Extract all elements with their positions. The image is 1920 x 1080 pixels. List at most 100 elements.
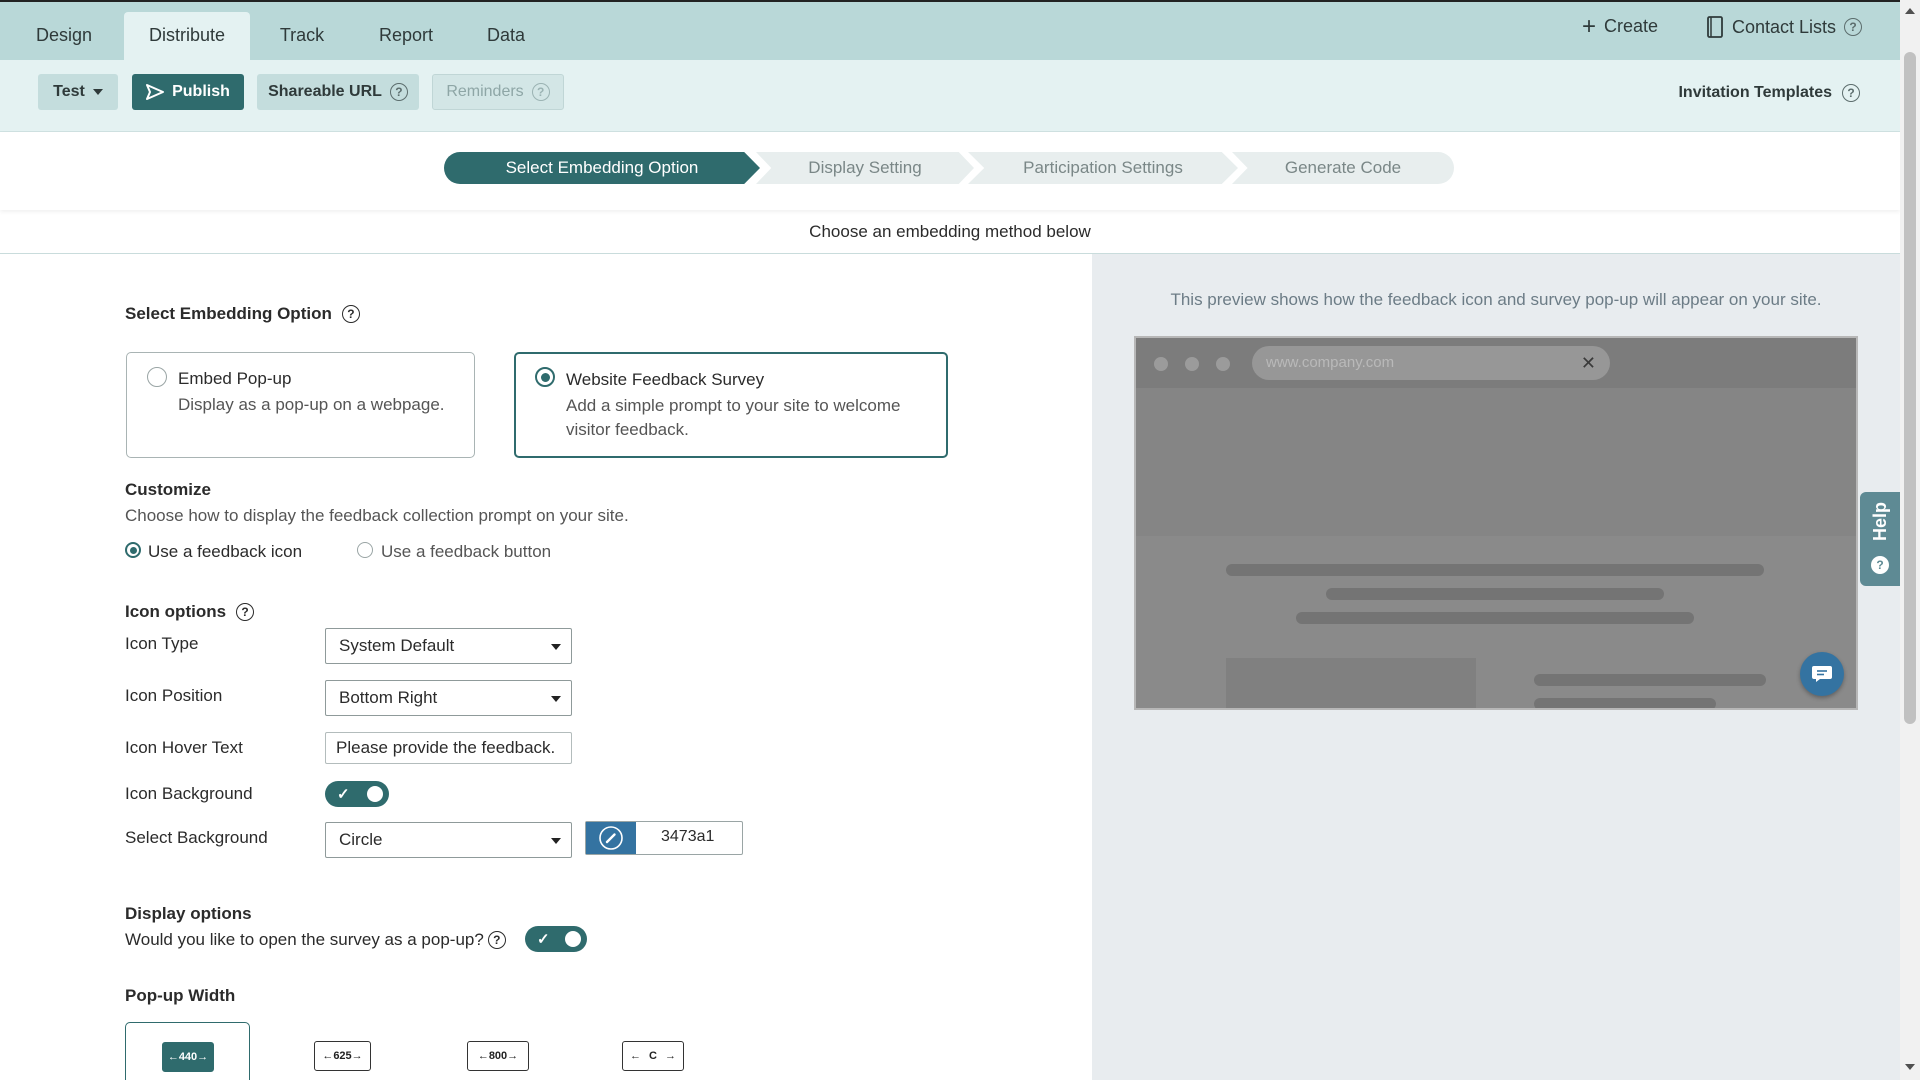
select-background-select[interactable]: Circle [325,822,572,858]
step-display-setting[interactable]: Display Setting [756,152,974,184]
website-feedback-desc-line2: visitor feedback. [566,420,689,439]
preview-caption: This preview shows how the feedback icon… [1170,290,1822,309]
website-feedback-card[interactable]: Website Feedback Survey Add a simple pro… [514,352,948,458]
feedback-icon-radio[interactable] [125,542,141,558]
embed-popup-desc: Display as a pop-up on a webpage. [178,395,445,414]
feedback-icon-label[interactable]: Use a feedback icon [148,542,302,562]
width-custom-value: C [649,1050,657,1062]
embedding-section-title: Select Embedding Option ? [125,304,360,324]
embed-popup-title: Embed Pop-up [178,369,292,388]
help-icon[interactable]: ? [341,305,360,323]
embed-popup-radio[interactable] [147,367,167,387]
icon-type-label: Icon Type [125,634,199,653]
invitation-templates-link[interactable]: Invitation Templates ? [1678,84,1860,102]
icon-options-title-text: Icon options [125,602,227,621]
color-hex-value[interactable]: 3473a1 [661,828,714,846]
scrollbar[interactable] [1900,0,1920,1080]
icon-hover-text-label: Icon Hover Text [125,738,243,757]
check-icon: ✓ [337,786,350,803]
feedback-button-radio[interactable] [357,542,373,558]
contact-lists-label: Contact Lists [1732,16,1837,37]
tab-design[interactable]: Design [18,12,110,62]
chat-icon [1812,666,1832,682]
reminders-button: Reminders ? [432,74,564,110]
icon-background-label: Icon Background [125,784,253,803]
settings-panel: Select Embedding Option ? Embed Pop-up D… [0,254,1092,1080]
shareable-url-button[interactable]: Shareable URL ? [257,74,419,110]
image-placeholder [1226,658,1476,708]
width-625-value: 625 [333,1050,352,1062]
icon-position-select[interactable]: Bottom Right [325,680,572,716]
create-button[interactable]: + Create [1582,14,1659,38]
help-tab-label: Help [1870,502,1890,542]
help-icon[interactable]: ? [1844,18,1863,36]
stepper: Select Embedding Option Display Setting … [0,132,1900,210]
popup-toggle[interactable]: ✓ [525,926,587,952]
chevron-down-icon [551,696,561,702]
icon-type-select[interactable]: System Default [325,628,572,664]
help-icon: ? [1871,556,1889,574]
icon-type-value: System Default [339,636,455,655]
publish-label: Publish [172,83,230,100]
scroll-up-arrow-icon[interactable] [1905,8,1915,14]
eyedropper-icon [599,826,623,850]
contact-lists-button[interactable]: Contact Lists ? [1706,16,1863,38]
close-icon: ✕ [1580,353,1596,373]
shareable-url-label: Shareable URL [268,83,382,100]
feedback-bubble-icon[interactable] [1800,652,1844,696]
text-placeholder [1226,564,1764,576]
create-label: Create [1604,16,1659,36]
select-background-label: Select Background [125,828,268,847]
tab-data[interactable]: Data [468,12,544,62]
popup-width-option-440[interactable]: ← 440 → [125,1022,250,1080]
toggle-knob [565,931,581,947]
step-select-embedding[interactable]: Select Embedding Option [444,152,760,184]
step-participation-settings[interactable]: Participation Settings [968,152,1238,184]
icon-hover-text-input[interactable]: Please provide the feedback. [325,732,572,764]
text-placeholder [1326,588,1664,600]
url-bar: www.company.com ✕ [1252,346,1610,380]
window-dot [1154,357,1168,371]
scrollbar-thumb[interactable] [1904,52,1916,724]
customize-desc: Choose how to display the feedback colle… [125,506,629,525]
chevron-down-icon [551,644,561,650]
popup-width-option-625[interactable]: ← 625 → [314,1041,371,1071]
popup-width-option-800[interactable]: ← 800 → [467,1041,529,1071]
text-placeholder [1296,612,1694,624]
embedding-title-text: Select Embedding Option [125,304,332,323]
help-side-tab[interactable]: Help ? [1860,492,1900,586]
help-icon[interactable]: ? [389,83,408,101]
color-swatch[interactable] [586,822,636,854]
scroll-down-arrow-icon[interactable] [1905,1064,1915,1070]
publish-button[interactable]: Publish [132,74,244,110]
test-label: Test [53,83,85,100]
check-icon: ✓ [537,931,550,948]
icon-position-label: Icon Position [125,686,223,705]
step-generate-code[interactable]: Generate Code [1232,152,1454,184]
tab-track[interactable]: Track [262,12,342,62]
help-icon[interactable]: ? [1842,84,1860,102]
browser-chrome: www.company.com ✕ [1136,338,1856,388]
feedback-button-label[interactable]: Use a feedback button [381,542,551,562]
width-440-chip: ← 440 → [162,1042,214,1072]
help-icon[interactable]: ? [487,931,506,949]
tab-report[interactable]: Report [364,12,448,62]
icon-background-toggle[interactable]: ✓ [325,781,389,807]
popup-width-title: Pop-up Width [125,986,236,1005]
embed-popup-card[interactable]: Embed Pop-up Display as a pop-up on a we… [126,352,475,458]
address-book-icon [1707,16,1723,38]
chevron-down-icon [551,838,561,844]
website-feedback-radio[interactable] [535,367,555,387]
toolbar: Test Publish Shareable URL ? Reminders ?… [0,60,1900,132]
width-440-value: 440 [178,1051,198,1063]
color-picker[interactable]: 3473a1 [585,821,743,855]
popup-width-option-custom[interactable]: ← C → [622,1041,684,1071]
help-icon[interactable]: ? [236,603,255,621]
preview-panel: This preview shows how the feedback icon… [1092,254,1900,1080]
tab-distribute[interactable]: Distribute [124,12,250,62]
test-dropdown[interactable]: Test [38,74,118,110]
chevron-down-icon [92,89,103,95]
display-options-title: Display options [125,904,252,923]
browser-mockup: www.company.com ✕ [1134,336,1858,710]
website-feedback-desc-line1: Add a simple prompt to your site to welc… [566,396,901,415]
